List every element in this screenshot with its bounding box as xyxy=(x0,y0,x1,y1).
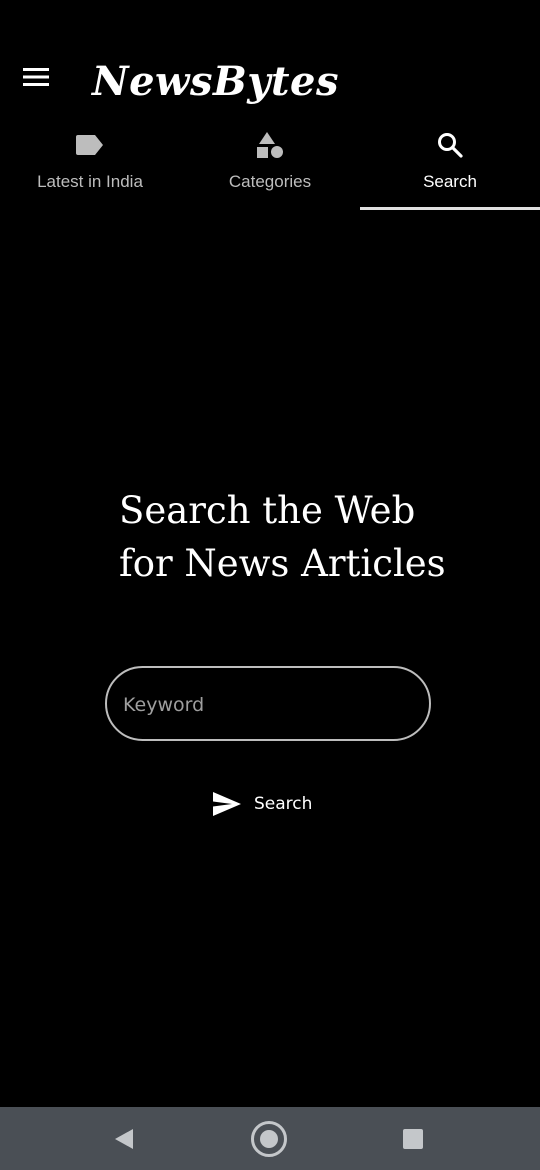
tab-label: Latest in India xyxy=(37,172,143,191)
page-headline: Search the Web for News Articles xyxy=(119,484,499,590)
back-triangle-icon xyxy=(115,1128,133,1149)
shapes-icon xyxy=(257,132,283,158)
home-circle-icon xyxy=(251,1120,287,1157)
app-title: NewsBytes xyxy=(92,58,339,105)
recents-square-icon xyxy=(403,1128,423,1149)
system-nav-bar xyxy=(0,1107,540,1170)
keyword-field[interactable] xyxy=(105,666,431,741)
home-button[interactable] xyxy=(239,1107,299,1170)
headline-line-2: for News Articles xyxy=(119,542,446,585)
tab-categories[interactable]: Categories xyxy=(180,120,360,212)
search-button[interactable]: Search xyxy=(212,785,312,823)
app-bar: NewsBytes xyxy=(0,0,540,120)
tab-label: Categories xyxy=(228,172,312,191)
search-icon xyxy=(438,133,463,158)
back-button[interactable] xyxy=(94,1107,154,1170)
hamburger-menu-icon xyxy=(23,68,49,86)
tab-search[interactable]: Search xyxy=(360,120,540,212)
headline-line-1: Search the Web xyxy=(119,489,416,532)
keyword-input[interactable] xyxy=(121,668,415,741)
active-tab-indicator xyxy=(360,207,540,210)
send-icon xyxy=(213,792,241,816)
tab-label: Search xyxy=(423,172,477,191)
tab-bar: Latest in India Categories Search xyxy=(0,120,540,212)
menu-button[interactable] xyxy=(20,62,52,92)
search-button-label: Search xyxy=(254,794,313,814)
tab-latest-in-india[interactable]: Latest in India xyxy=(0,120,180,212)
recents-button[interactable] xyxy=(383,1107,443,1170)
label-tag-icon xyxy=(76,135,103,155)
